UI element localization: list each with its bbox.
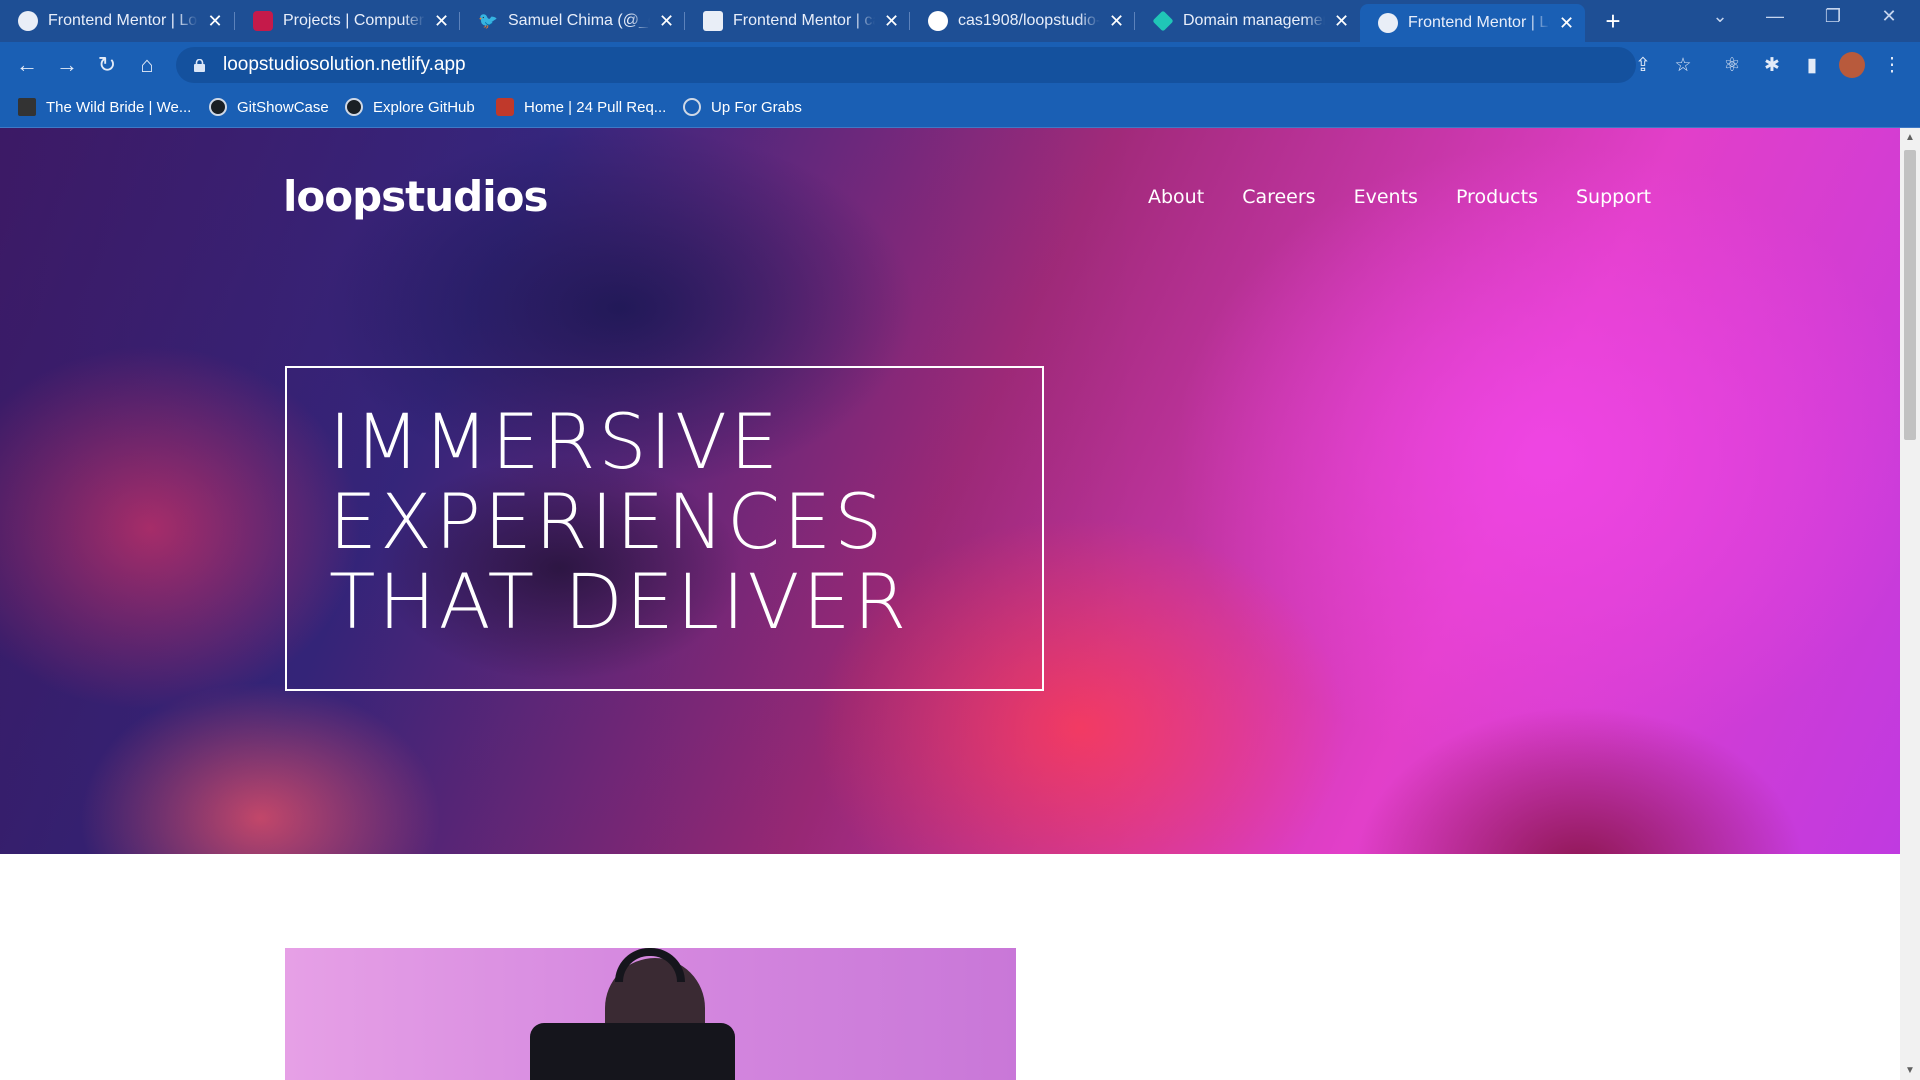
twitter-icon: 🐦: [478, 13, 498, 30]
tab-6-active[interactable]: Frontend Mentor | Loopstudios ✕: [1360, 4, 1585, 42]
bookmark-item[interactable]: GitShowCase: [209, 98, 329, 116]
main-nav: About Careers Events Products Support: [1148, 186, 1689, 208]
page-viewport: loopstudios About Careers Events Product…: [0, 128, 1900, 1080]
github-icon: [345, 98, 363, 116]
lock-icon: [194, 58, 205, 72]
close-icon[interactable]: ✕: [206, 11, 224, 32]
tab-4[interactable]: cas1908/loopstudio-landing ✕: [910, 4, 1135, 38]
nav-products[interactable]: Products: [1456, 186, 1538, 208]
frontend-mentor-icon: [703, 11, 723, 31]
bookmark-label: The Wild Bride | We...: [46, 98, 192, 116]
nav-careers[interactable]: Careers: [1242, 186, 1315, 208]
reload-icon[interactable]: ↻: [92, 50, 122, 80]
minimize-icon[interactable]: —: [1760, 6, 1790, 27]
restore-icon[interactable]: ❐: [1818, 6, 1848, 27]
profile-avatar[interactable]: [1839, 52, 1865, 78]
tab-search-icon[interactable]: ⌄: [1705, 6, 1735, 27]
hero-headline-line: IMMERSIVE: [329, 397, 782, 486]
address-bar[interactable]: loopstudiosolution.netlify.app: [176, 47, 1636, 83]
tab-2[interactable]: 🐦 Samuel Chima (@_cas1908) ✕: [460, 4, 685, 38]
site-logo[interactable]: loopstudios: [283, 172, 548, 221]
bookmark-item[interactable]: The Wild Bride | We...: [18, 98, 191, 116]
vr-headset: [530, 1023, 735, 1080]
tab-5[interactable]: Domain management ✕: [1135, 4, 1360, 38]
bookmark-label: Explore GitHub: [373, 98, 475, 116]
bookmark-label: Home | 24 Pull Req...: [524, 98, 667, 116]
tab-0[interactable]: Frontend Mentor | Loopstudios ✕: [0, 4, 235, 38]
tab-title: Frontend Mentor | Loopstudios: [48, 12, 198, 29]
raspberry-pi-icon: [253, 11, 273, 31]
react-devtools-icon[interactable]: ⚛: [1719, 52, 1745, 78]
tab-title: cas1908/loopstudio-landing: [958, 12, 1100, 29]
bookmark-label: GitShowCase: [237, 98, 329, 116]
nav-events[interactable]: Events: [1354, 186, 1418, 208]
interactive-vr-image: [285, 948, 1016, 1080]
scrollbar[interactable]: ▲ ▼: [1900, 128, 1920, 1080]
tab-strip: Frontend Mentor | Loopstudios ✕ Projects…: [0, 0, 1920, 42]
back-icon[interactable]: ←: [12, 50, 42, 80]
tab-3[interactable]: Frontend Mentor | cas1908 ✕: [685, 4, 910, 38]
frontend-mentor-icon: [1378, 13, 1398, 33]
netlify-icon: [1152, 10, 1174, 32]
bookmarks-bar: The Wild Bride | We... GitShowCase Explo…: [0, 88, 1920, 128]
menu-kebab-icon[interactable]: ⋮: [1879, 52, 1905, 78]
forward-icon[interactable]: →: [52, 50, 82, 80]
tab-title: Domain management: [1183, 12, 1325, 29]
nav-support[interactable]: Support: [1576, 186, 1651, 208]
site-icon: [496, 98, 514, 116]
tab-title: Projects | Computer coding: [283, 12, 425, 29]
bookmark-star-icon[interactable]: ☆: [1670, 52, 1696, 78]
hero-headline-box: IMMERSIVE EXPERIENCES THAT DELIVER: [285, 366, 1044, 691]
url-text: loopstudiosolution.netlify.app: [223, 54, 466, 75]
share-icon[interactable]: ⇪: [1630, 52, 1656, 78]
scroll-up-icon[interactable]: ▲: [1905, 132, 1915, 143]
browser-toolbar: ← → ↻ ⌂ loopstudiosolution.netlify.app ⇪…: [0, 42, 1920, 88]
hero-section: loopstudios About Careers Events Product…: [0, 128, 1900, 854]
close-icon[interactable]: ✕: [1108, 11, 1125, 32]
tab-title: Samuel Chima (@_cas1908): [508, 12, 650, 29]
github-icon: [209, 98, 227, 116]
hero-headline-line: THAT DELIVER: [329, 557, 910, 646]
scrollbar-thumb[interactable]: [1904, 150, 1916, 440]
side-panel-icon[interactable]: ▮: [1799, 52, 1825, 78]
close-window-icon[interactable]: ✕: [1874, 6, 1904, 27]
close-icon[interactable]: ✕: [1558, 13, 1575, 34]
bookmark-item[interactable]: Explore GitHub: [345, 98, 475, 116]
close-icon[interactable]: ✕: [1333, 11, 1350, 32]
scroll-down-icon[interactable]: ▼: [1905, 1065, 1915, 1076]
bookmark-item[interactable]: Home | 24 Pull Req...: [496, 98, 666, 116]
close-icon[interactable]: ✕: [433, 11, 450, 32]
close-icon[interactable]: ✕: [883, 11, 900, 32]
extensions-icon[interactable]: ✱: [1759, 52, 1785, 78]
bookmark-label: Up For Grabs: [711, 98, 802, 116]
vr-strap: [615, 948, 685, 982]
github-icon: [928, 11, 948, 31]
close-icon[interactable]: ✕: [658, 11, 675, 32]
tab-1[interactable]: Projects | Computer coding ✕: [235, 4, 460, 38]
tab-title: Frontend Mentor | Loopstudios: [1408, 14, 1550, 31]
new-tab-button[interactable]: +: [1598, 6, 1628, 37]
frontend-mentor-icon: [18, 11, 38, 31]
nav-about[interactable]: About: [1148, 186, 1204, 208]
circle-icon: [683, 98, 701, 116]
site-icon: [18, 98, 36, 116]
home-icon[interactable]: ⌂: [132, 50, 162, 80]
tab-title: Frontend Mentor | cas1908: [733, 12, 875, 29]
hero-headline-line: EXPERIENCES: [329, 477, 886, 566]
bookmark-item[interactable]: Up For Grabs: [683, 98, 802, 116]
